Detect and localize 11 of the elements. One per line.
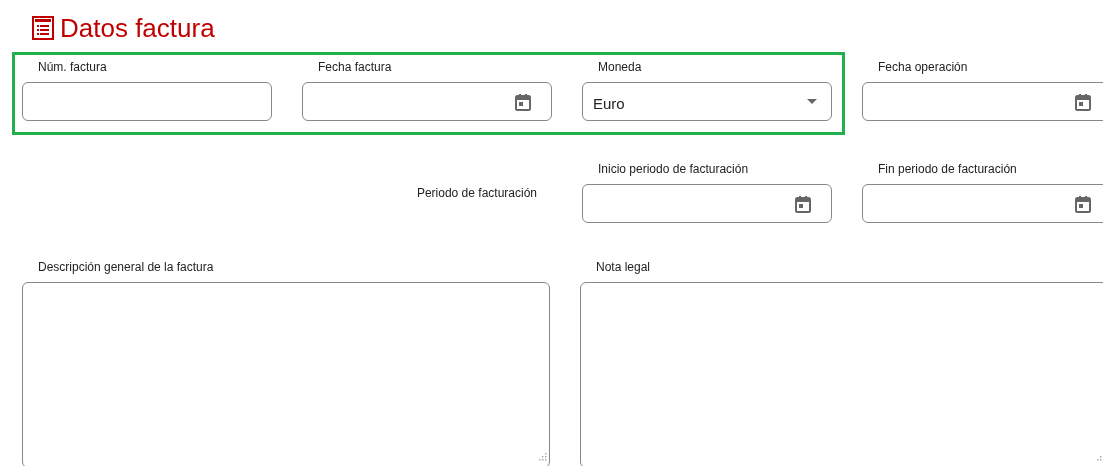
field-label: Nota legal [595, 260, 652, 275]
field-label: Núm. factura [37, 60, 108, 75]
field-label: Fecha factura [317, 60, 393, 75]
field-label: Moneda [597, 60, 643, 75]
select-field[interactable]: Euro [582, 82, 832, 121]
page-title: Datos factura [60, 13, 215, 43]
field-label: Fecha operación [877, 60, 969, 75]
field-label: Inicio periodo de facturación [597, 162, 750, 177]
field-label: Descripción general de la factura [37, 260, 215, 275]
field-label: Fin periodo de facturación [877, 162, 1018, 177]
section-label: Periodo de facturación [416, 186, 537, 201]
